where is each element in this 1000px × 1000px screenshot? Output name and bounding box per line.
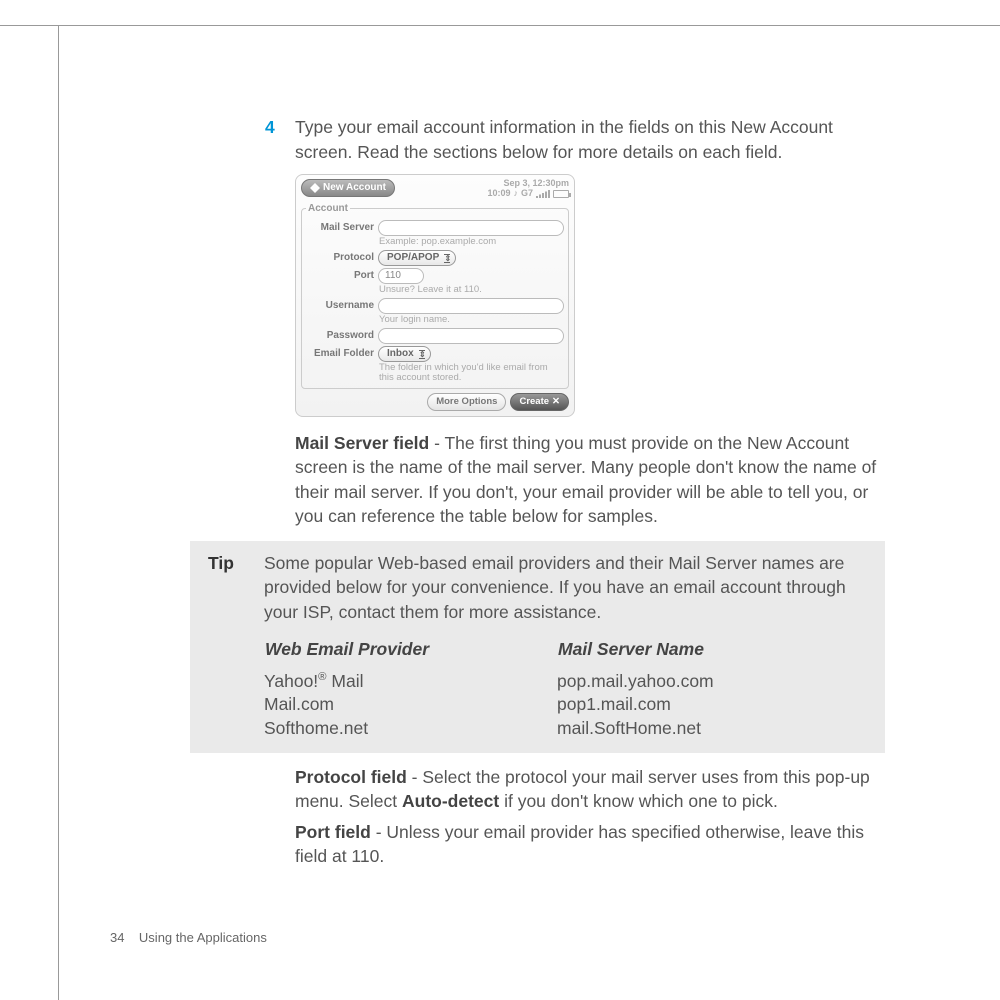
port-heading: Port field	[295, 822, 371, 842]
account-fieldset: Account Mail Server Example: pop.example…	[301, 202, 569, 390]
step-row: 4 Type your email account information in…	[265, 115, 885, 164]
updown-icon: ⇕	[419, 349, 426, 360]
port-label: Port	[306, 269, 374, 283]
screen-title-pill: New Account	[301, 179, 395, 197]
more-options-button[interactable]: More Options	[427, 393, 506, 410]
screen-title: New Account	[323, 181, 386, 195]
table-header-provider: Web Email Provider	[264, 636, 557, 670]
updown-icon: ⇕	[445, 253, 452, 264]
mail-server-input[interactable]	[378, 220, 564, 236]
signal-icon	[536, 190, 550, 198]
username-label: Username	[306, 299, 374, 313]
table-row: Yahoo!® Mail pop.mail.yahoo.com	[264, 670, 844, 694]
tip-block: Tip Some popular Web-based email provide…	[190, 541, 885, 753]
create-button[interactable]: Create ✕	[510, 393, 569, 410]
protocol-value: POP/APOP	[387, 251, 439, 265]
mail-server-hint: Example: pop.example.com	[379, 237, 564, 248]
status-music-icon: ♪	[513, 189, 518, 199]
port-paragraph: Port field - Unless your email provider …	[295, 820, 885, 869]
table-row: Mail.com pop1.mail.com	[264, 693, 844, 717]
mail-server-paragraph: Mail Server field - The first thing you …	[295, 431, 885, 529]
provider-table: Web Email Provider Mail Server Name Yaho…	[264, 636, 844, 740]
page-number: 34	[110, 930, 124, 945]
protocol-paragraph: Protocol field - Select the protocol you…	[295, 765, 885, 814]
username-hint: Your login name.	[379, 315, 564, 326]
fieldset-legend: Account	[306, 202, 350, 216]
status-bar: Sep 3, 12:30pm 10:09 ♪ G7	[487, 179, 569, 199]
table-row: Softhome.net mail.SoftHome.net	[264, 717, 844, 741]
diamond-icon	[310, 183, 320, 193]
battery-icon	[553, 190, 569, 198]
tip-text: Some popular Web-based email providers a…	[264, 551, 867, 625]
page-footer: 34 Using the Applications	[110, 930, 267, 945]
protocol-label: Protocol	[306, 251, 374, 265]
status-carrier: G7	[521, 189, 533, 199]
password-input[interactable]	[378, 328, 564, 344]
close-x-icon: ✕	[552, 395, 560, 408]
port-hint: Unsure? Leave it at 110.	[379, 285, 564, 296]
username-input[interactable]	[378, 298, 564, 314]
folder-value: Inbox	[387, 347, 414, 361]
footer-section: Using the Applications	[139, 930, 267, 945]
folder-dropdown[interactable]: Inbox ⇕	[378, 346, 431, 362]
status-time: 10:09	[487, 189, 510, 199]
mail-server-label: Mail Server	[306, 221, 374, 235]
folder-label: Email Folder	[306, 347, 374, 361]
step-number: 4	[265, 115, 279, 164]
protocol-dropdown[interactable]: POP/APOP ⇕	[378, 250, 456, 266]
password-label: Password	[306, 329, 374, 343]
table-header-server: Mail Server Name	[557, 636, 844, 670]
step-text: Type your email account information in t…	[295, 115, 885, 164]
tip-label: Tip	[208, 551, 246, 625]
protocol-heading: Protocol field	[295, 767, 407, 787]
mail-server-heading: Mail Server field	[295, 433, 429, 453]
port-input[interactable]: 110	[378, 268, 424, 284]
device-screenshot: New Account Sep 3, 12:30pm 10:09 ♪ G7	[295, 174, 575, 417]
folder-hint: The folder in which you'd like email fro…	[379, 363, 564, 385]
